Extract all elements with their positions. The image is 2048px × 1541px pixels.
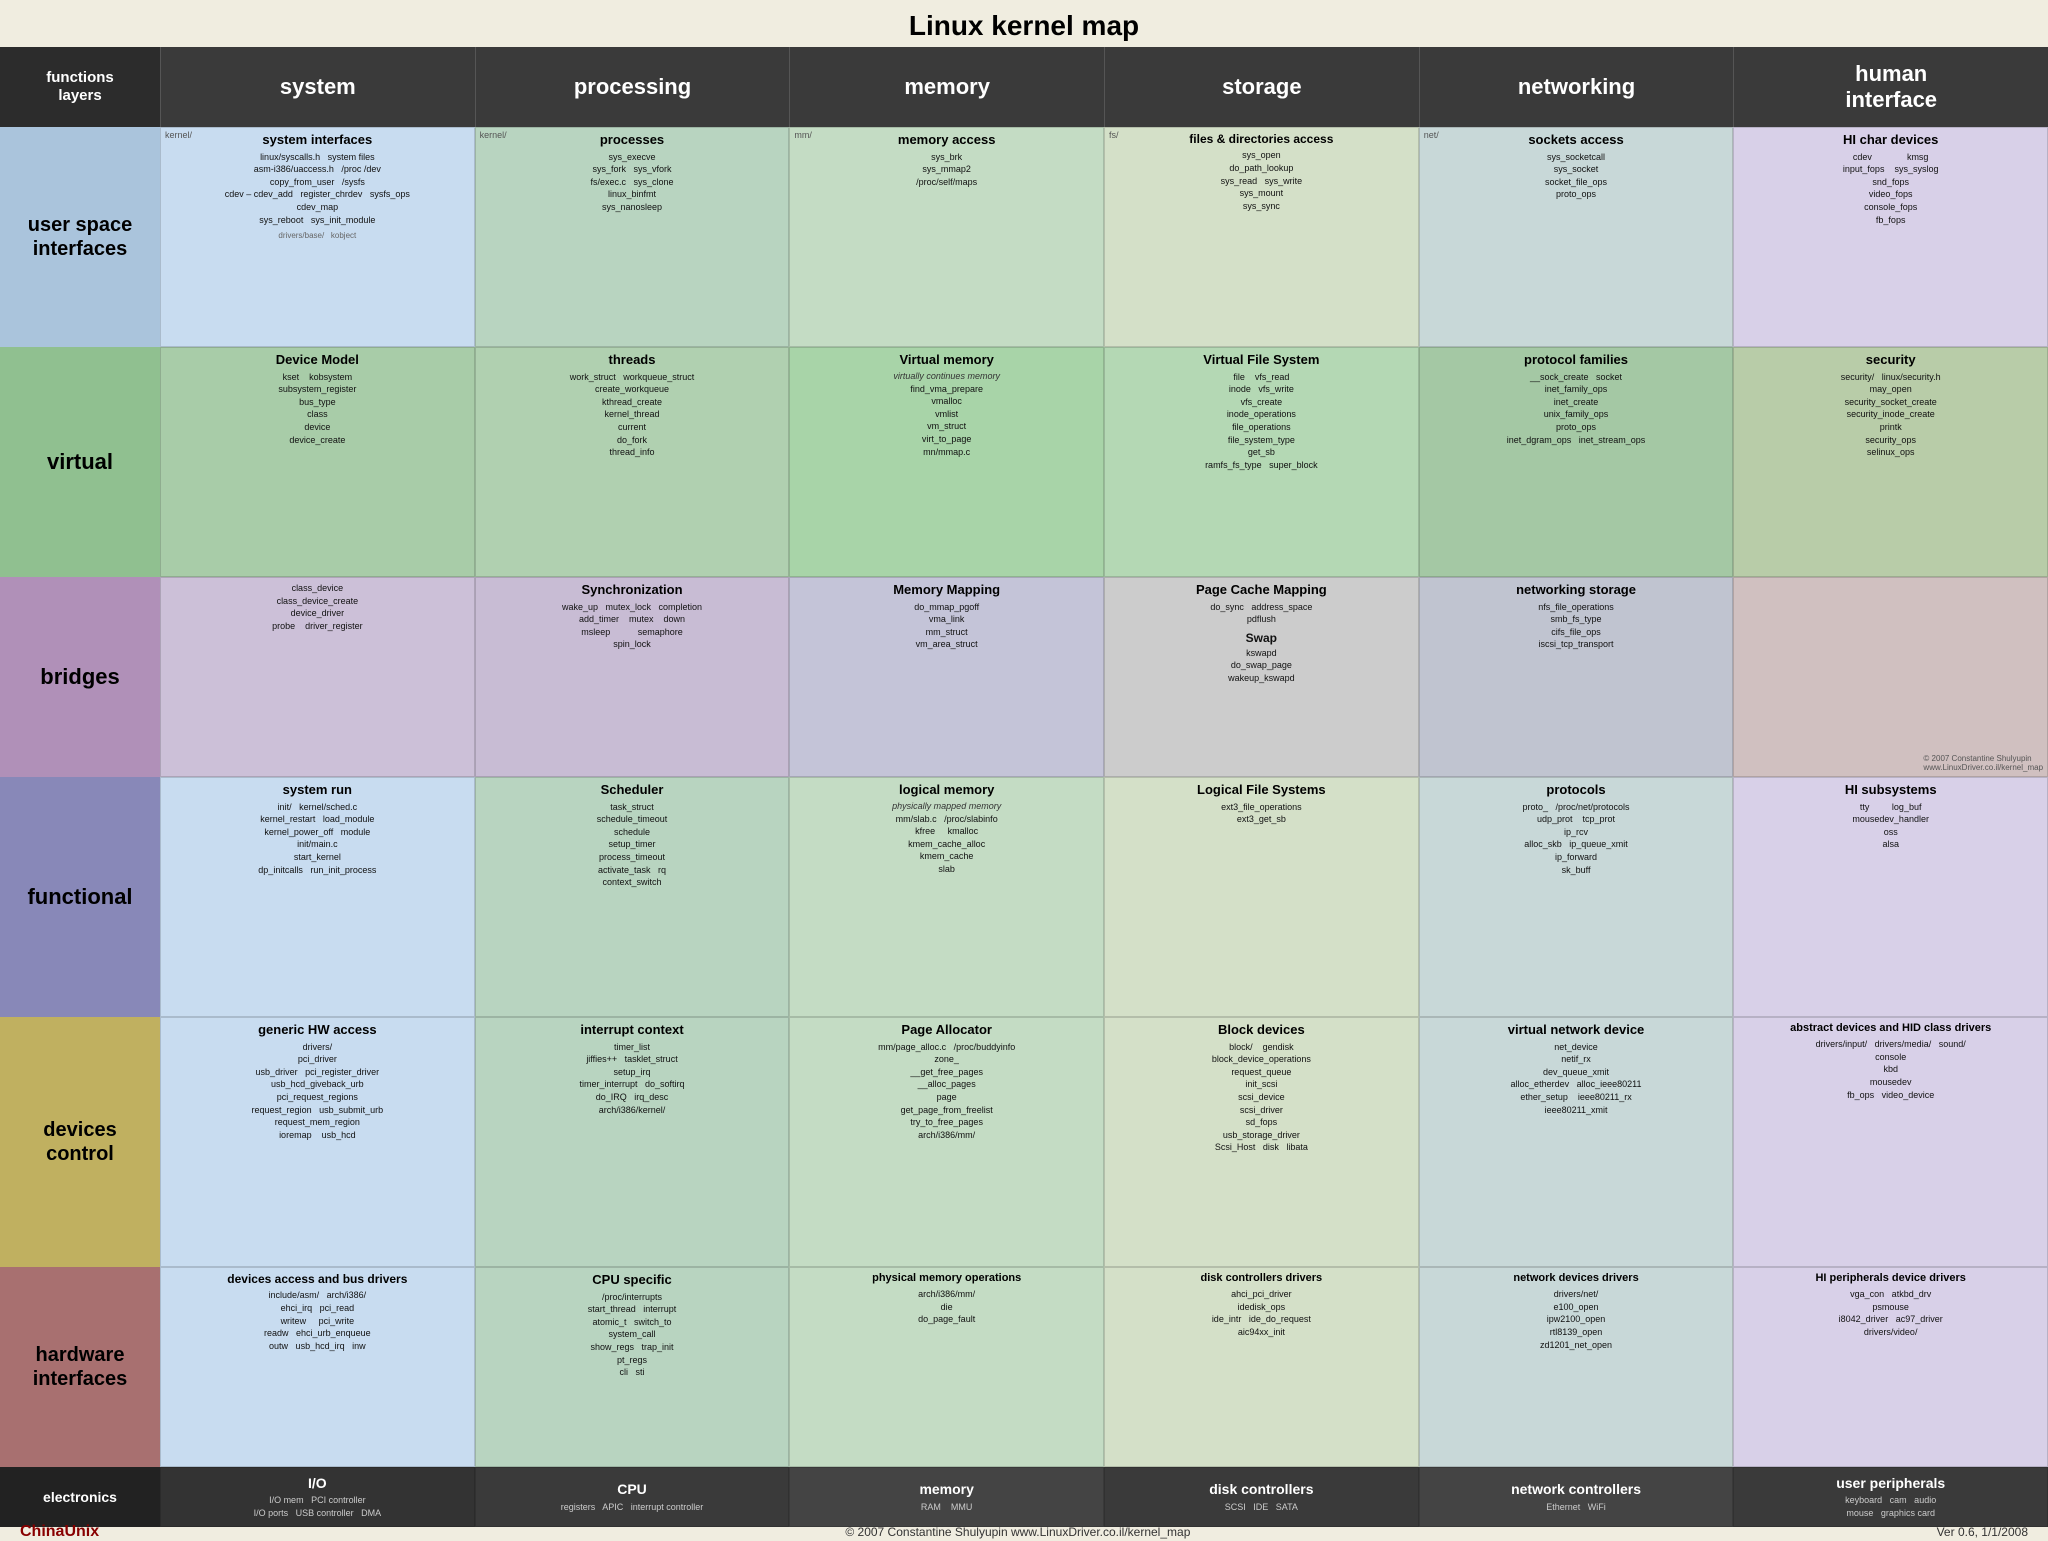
cell-bridges-hi: © 2007 Constantine Shulyupin www.LinuxDr… (1733, 577, 2048, 777)
row-user-space: user space interfaces kernel/ system int… (0, 127, 2048, 347)
main-title: Linux kernel map (0, 0, 2048, 47)
cell-hw-processing: CPU specific /proc/interrupts start_thre… (475, 1267, 790, 1467)
layer-col-header: functions layers (0, 47, 160, 127)
cell-virtual-processing: threads work_struct workqueue_struct cre… (475, 347, 790, 577)
cell-user-space-hi: HI char devices cdev kmsg input_fops sys… (1733, 127, 2048, 347)
cell-virtual-storage: Virtual File System file vfs_read inode … (1104, 347, 1419, 577)
cell-hw-hi: HI peripherals device drivers vga_con at… (1733, 1267, 2048, 1467)
footer-right: Ver 0.6, 1/1/2008 (1937, 1525, 2028, 1539)
cell-devices-hi: abstract devices and HID class drivers d… (1733, 1017, 2048, 1267)
cell-user-space-memory: mm/ memory access sys_brk sys_mmap2 /pro… (789, 127, 1104, 347)
cell-functional-memory: logical memory physically mapped memory … (789, 777, 1104, 1017)
col-header-processing: processing (475, 47, 790, 127)
cell-devices-system: generic HW access drivers/ pci_driver us… (160, 1017, 475, 1267)
cell-virtual-system: Device Model kset kobsystem subsystem_re… (160, 347, 475, 577)
cell-electronics-io: I/O I/O mem PCI controller I/O ports USB… (160, 1467, 475, 1527)
footer-left: ChinaUnix (20, 1523, 99, 1541)
cell-electronics-network: network controllers Ethernet WiFi (1419, 1467, 1734, 1527)
cell-bridges-storage: Page Cache Mapping do_sync address_space… (1104, 577, 1419, 777)
cell-bridges-processing: Synchronization wake_up mutex_lock compl… (475, 577, 790, 777)
cell-electronics-cpu: CPU registers APIC interrupt controller (475, 1467, 790, 1527)
row-devices-control: devices control generic HW access driver… (0, 1017, 2048, 1267)
col-header-hi: human interface (1733, 47, 2048, 127)
cell-hw-memory: physical memory operations arch/i386/mm/… (789, 1267, 1104, 1467)
cell-bridges-system: class_device class_device_create device_… (160, 577, 475, 777)
row-functional: functional system run init/ kernel/sched… (0, 777, 2048, 1017)
layer-label-functional: functional (0, 777, 160, 1017)
row-virtual: virtual Device Model kset kobsystem subs… (0, 347, 2048, 577)
cell-virtual-memory: Virtual memory virtually continues memor… (789, 347, 1104, 577)
cell-devices-networking: virtual network device net_device netif_… (1419, 1017, 1734, 1267)
cell-functional-hi: HI subsystems tty log_buf mousedev_handl… (1733, 777, 2048, 1017)
layer-label-devices-control: devices control (0, 1017, 160, 1267)
cell-functional-networking: protocols proto_ /proc/net/protocols udp… (1419, 777, 1734, 1017)
col-header-system: system (160, 47, 475, 127)
layer-label-virtual: virtual (0, 347, 160, 577)
column-headers: functions layers system processing memor… (0, 47, 2048, 127)
footer-center: © 2007 Constantine Shulyupin www.LinuxDr… (845, 1525, 1190, 1539)
cell-electronics-memory: memory RAM MMU (789, 1467, 1104, 1527)
cell-electronics-disk: disk controllers SCSI IDE SATA (1104, 1467, 1419, 1527)
cell-user-space-networking: net/ sockets access sys_socketcall sys_s… (1419, 127, 1734, 347)
col-header-storage: storage (1104, 47, 1419, 127)
cell-virtual-hi: security security/ linux/security.h may_… (1733, 347, 2048, 577)
cell-user-space-storage: fs/ files & directories access sys_open … (1104, 127, 1419, 347)
cell-user-space-system: kernel/ system interfaces linux/syscalls… (160, 127, 475, 347)
cell-devices-memory: Page Allocator mm/page_alloc.c /proc/bud… (789, 1017, 1104, 1267)
cell-devices-storage: Block devices block/ gendisk block_devic… (1104, 1017, 1419, 1267)
cell-user-space-processing: kernel/ processes sys_execve sys_fork sy… (475, 127, 790, 347)
cell-hw-system: devices access and bus drivers include/a… (160, 1267, 475, 1467)
layer-label-hardware-interfaces: hardware interfaces (0, 1267, 160, 1467)
col-header-memory: memory (789, 47, 1104, 127)
row-electronics: electronics I/O I/O mem PCI controller I… (0, 1467, 2048, 1527)
cell-hw-networking: network devices drivers drivers/net/ e10… (1419, 1267, 1734, 1467)
layer-label-user-space: user space interfaces (0, 127, 160, 347)
cell-functional-storage: Logical File Systems ext3_file_operation… (1104, 777, 1419, 1017)
row-bridges: bridges class_device class_device_create… (0, 577, 2048, 777)
cell-functional-system: system run init/ kernel/sched.c kernel_r… (160, 777, 475, 1017)
col-header-networking: networking (1419, 47, 1734, 127)
cell-devices-processing: interrupt context timer_list jiffies++ t… (475, 1017, 790, 1267)
row-hardware-interfaces: hardware interfaces devices access and b… (0, 1267, 2048, 1467)
cell-electronics-peripherals: user peripherals keyboard cam audio mous… (1733, 1467, 2048, 1527)
cell-virtual-networking: protocol families __sock_create socket i… (1419, 347, 1734, 577)
cell-bridges-networking: networking storage nfs_file_operations s… (1419, 577, 1734, 777)
layer-label-bridges: bridges (0, 577, 160, 777)
cell-bridges-memory: Memory Mapping do_mmap_pgoff vma_link mm… (789, 577, 1104, 777)
layer-label-electronics: electronics (0, 1467, 160, 1527)
cell-functional-processing: Scheduler task_struct schedule_timeout s… (475, 777, 790, 1017)
cell-hw-storage: disk controllers drivers ahci_pci_driver… (1104, 1267, 1419, 1467)
